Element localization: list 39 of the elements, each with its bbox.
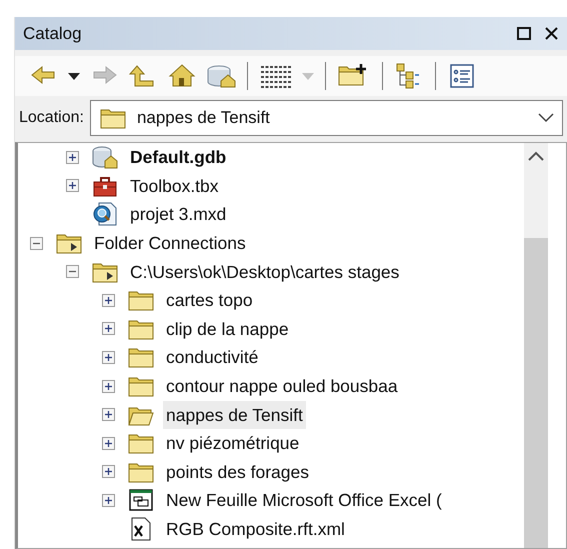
tree-item[interactable]: Default.gdb xyxy=(127,143,230,172)
tree-item[interactable]: cartes topo xyxy=(163,286,256,314)
map-document-icon xyxy=(91,201,119,228)
scroll-up-icon[interactable] xyxy=(528,151,544,161)
chevron-icon xyxy=(538,113,554,123)
expand-icon[interactable] xyxy=(102,380,115,393)
tree-item[interactable]: Toolbox.tbx xyxy=(127,172,222,200)
scrollbar[interactable] xyxy=(524,143,548,548)
tree-item[interactable]: nv piézométrique xyxy=(163,429,302,458)
expand-icon[interactable] xyxy=(102,465,115,478)
tree-item[interactable]: nappes de Tensift xyxy=(163,400,306,429)
scroll-thumb[interactable] xyxy=(524,238,548,548)
location-value: nappes de Tensift xyxy=(136,107,270,130)
expand-icon[interactable] xyxy=(102,350,115,364)
expand-icon[interactable] xyxy=(102,294,115,307)
tree-item[interactable]: contour nappe ouled bousbaa xyxy=(163,372,401,400)
expand-icon[interactable] xyxy=(102,408,115,422)
tree-item[interactable]: projet 3.mxd xyxy=(127,200,230,229)
tree-item[interactable]: points des forages xyxy=(163,458,312,486)
expand-icon[interactable] xyxy=(66,150,79,164)
expand-icon[interactable] xyxy=(102,322,115,336)
tree-item[interactable]: conductivité xyxy=(163,343,262,372)
tree-item[interactable]: New Feuille Microsoft Office Excel ( xyxy=(163,486,445,515)
expand-icon[interactable] xyxy=(66,179,79,192)
location-label: Location: xyxy=(19,108,84,128)
expand-icon[interactable] xyxy=(102,494,115,507)
collapse-icon[interactable] xyxy=(30,236,43,250)
expand-icon[interactable] xyxy=(102,436,115,450)
panel-title: Catalog xyxy=(23,22,82,45)
collapse-icon[interactable] xyxy=(66,265,79,278)
table-icon xyxy=(127,487,155,514)
tree-item[interactable]: RGB Composite.rft.xml xyxy=(163,514,348,544)
location-dropdown[interactable]: nappes de Tensift xyxy=(90,100,563,136)
database-icon xyxy=(91,144,119,170)
dropdown-caret-button[interactable] xyxy=(66,72,82,80)
tree-item[interactable]: Folder Connections xyxy=(91,228,249,258)
tree-item[interactable]: C:\Users\ok\Desktop\cartes stages xyxy=(127,258,402,286)
tree-item[interactable]: clip de la nappe xyxy=(163,314,292,343)
maximize-button[interactable] xyxy=(514,27,534,40)
